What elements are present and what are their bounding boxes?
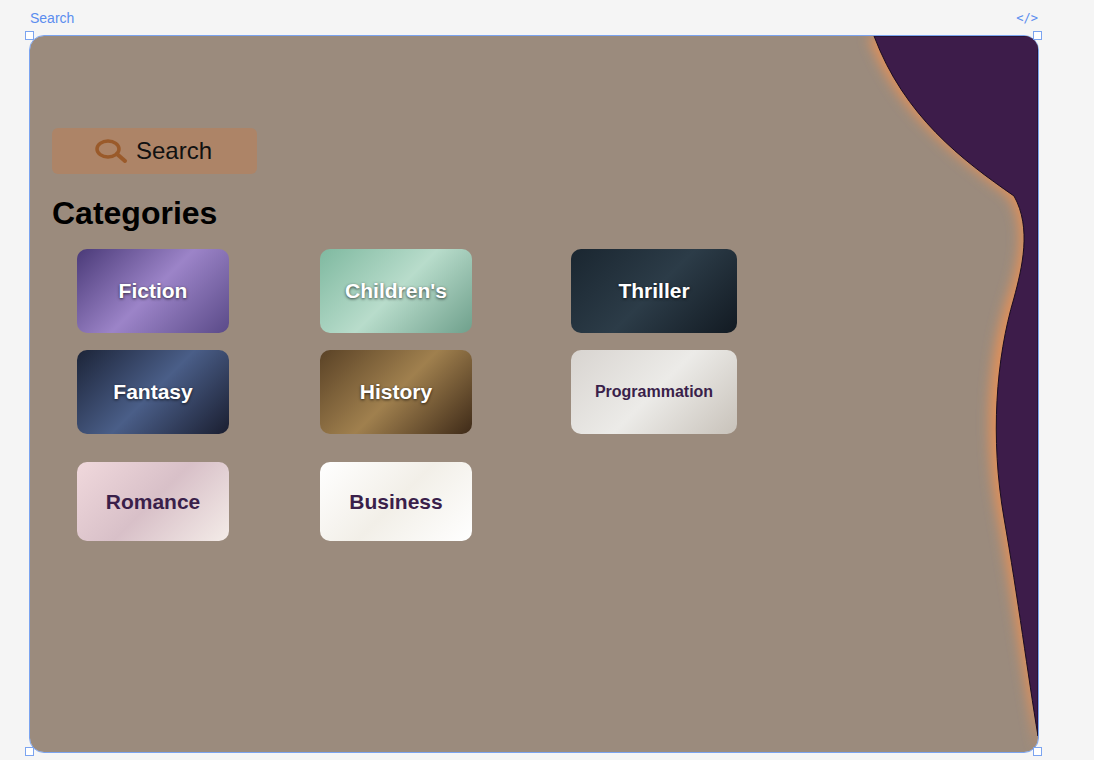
category-grid: Fiction Children's Thriller Fantasy History P…: [77, 249, 1038, 541]
search-button-label: Search: [136, 133, 212, 169]
code-toggle-icon[interactable]: </>: [1016, 9, 1038, 27]
wave-decoration-icon: [838, 36, 1038, 752]
frame-content: Search Categories Fiction Children's Thrille…: [30, 36, 1038, 541]
category-label: Fantasy: [113, 376, 192, 408]
category-label: History: [360, 376, 432, 408]
frame: Search Categories Fiction Children's Thrille…: [30, 36, 1038, 752]
category-tile[interactable]: Fiction: [77, 249, 229, 333]
category-label: Fiction: [119, 275, 188, 307]
search-button[interactable]: Search: [52, 128, 257, 174]
frame-label-bar: Search </>: [0, 0, 1048, 36]
category-tile[interactable]: Thriller: [571, 249, 737, 333]
category-label: Programmation: [595, 380, 713, 404]
category-tile[interactable]: Romance: [77, 462, 229, 541]
categories-heading: Categories: [52, 196, 1038, 231]
category-tile[interactable]: Children's: [320, 249, 472, 333]
resize-handle[interactable]: [1033, 747, 1042, 756]
category-tile[interactable]: Business: [320, 462, 472, 541]
frame-title[interactable]: Search: [30, 8, 74, 29]
magnifier-icon: [94, 138, 128, 164]
category-label: Thriller: [618, 275, 689, 307]
resize-handle[interactable]: [1033, 31, 1042, 40]
category-tile[interactable]: History: [320, 350, 472, 434]
resize-handle[interactable]: [25, 31, 34, 40]
category-label: Business: [349, 486, 442, 518]
category-label: Romance: [106, 486, 201, 518]
category-tile[interactable]: Programmation: [571, 350, 737, 434]
resize-handle[interactable]: [25, 747, 34, 756]
category-label: Children's: [345, 275, 447, 307]
category-tile[interactable]: Fantasy: [77, 350, 229, 434]
